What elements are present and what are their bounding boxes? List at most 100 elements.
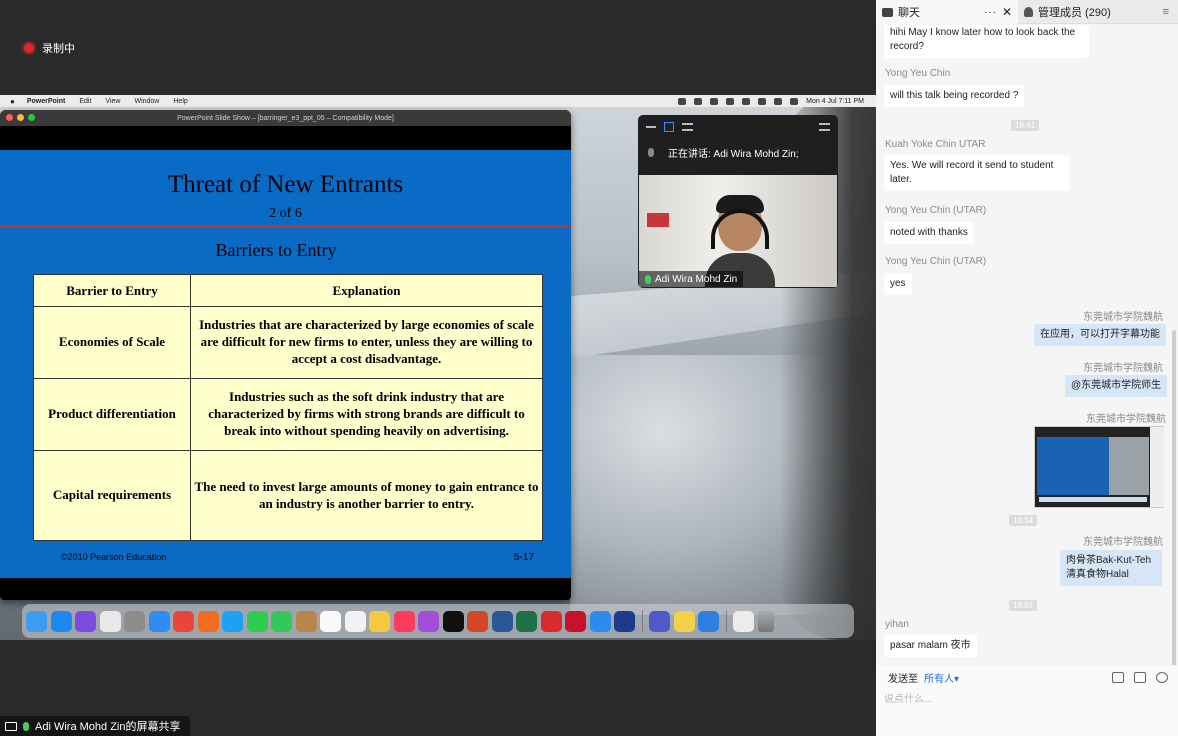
- tab-members[interactable]: 管理成员 (290): [1018, 0, 1117, 24]
- launchpad-icon[interactable]: [99, 610, 121, 632]
- panel-menu-icon[interactable]: ≡: [1154, 0, 1178, 23]
- slide-subtitle: 2 of 6: [269, 206, 302, 221]
- list-view-icon[interactable]: [682, 123, 693, 131]
- finder-icon[interactable]: [26, 610, 47, 632]
- acrobat-icon[interactable]: [540, 610, 562, 632]
- messages-icon[interactable]: [271, 610, 292, 632]
- screen-share-status[interactable]: Adi Wira Mohd Zin的屏幕共享: [0, 716, 191, 736]
- app-store-icon[interactable]: [50, 610, 72, 632]
- bluetooth-icon[interactable]: [694, 97, 703, 105]
- chat-message: @东莞城市学院师生: [1065, 375, 1168, 397]
- recording-indicator[interactable]: 录制中: [24, 40, 75, 56]
- calendar-icon[interactable]: [320, 610, 341, 632]
- more-options-icon[interactable]: ···: [984, 7, 997, 18]
- battery-icon[interactable]: [710, 97, 719, 105]
- close-window-icon[interactable]: [6, 114, 13, 121]
- powerpoint-window: PowerPoint Slide Show – [barringer_e3_pp…: [0, 110, 571, 600]
- wifi-icon[interactable]: [726, 97, 735, 105]
- menu-view[interactable]: View: [105, 98, 120, 105]
- close-icon[interactable]: ✕: [1002, 5, 1012, 19]
- collapse-panel-icon[interactable]: [819, 123, 830, 131]
- zoom-icon[interactable]: [589, 610, 611, 632]
- powerpoint-icon[interactable]: [467, 610, 488, 632]
- chrome-icon[interactable]: [173, 610, 194, 632]
- timestamp: 18:54: [1009, 515, 1038, 526]
- chat-message: 肉骨茶Bak-Kut-Teh 清真食物Halal: [1060, 550, 1162, 586]
- speaker-view-icon[interactable]: [664, 122, 674, 132]
- chat-scrollbar[interactable]: [1172, 330, 1176, 665]
- skype-icon[interactable]: [222, 610, 243, 632]
- chat-input-area[interactable]: [876, 688, 1178, 736]
- chat-message: yes: [884, 273, 912, 295]
- chat-tabs: 聊天 ··· ✕ 管理成员 (290) ≡: [876, 0, 1178, 24]
- message-list: hihi May I know later how to look back t…: [876, 25, 1178, 665]
- mic-muted-icon: [648, 147, 654, 157]
- table-cell: Capital requirements: [33, 450, 191, 541]
- tencent-meeting-icon[interactable]: [698, 610, 719, 632]
- message-sender: 东莞城市学院魏航: [1083, 312, 1163, 323]
- apple-tv-icon[interactable]: [442, 610, 464, 632]
- background-object: [647, 213, 669, 227]
- user-icon[interactable]: [1156, 671, 1168, 683]
- minimize-window-icon[interactable]: [17, 114, 24, 121]
- chat-tools: [1112, 671, 1178, 683]
- webcam-feed: Adi Wira Mohd Zin: [639, 175, 837, 288]
- tab-chat[interactable]: 聊天 ··· ✕: [876, 0, 1018, 24]
- fullscreen-window-icon[interactable]: [28, 114, 35, 121]
- facetime-icon[interactable]: [246, 610, 268, 632]
- photos-icon[interactable]: [369, 610, 390, 632]
- menubar-clock[interactable]: Mon 4 Jul 7:11 PM: [806, 98, 864, 105]
- control-center-icon[interactable]: [774, 97, 783, 105]
- spotlight-search-icon[interactable]: [758, 97, 767, 105]
- trash-icon[interactable]: [757, 610, 774, 632]
- powerpoint-titlebar[interactable]: PowerPoint Slide Show – [barringer_e3_pp…: [0, 110, 571, 126]
- slide-number: 5-17: [514, 552, 535, 563]
- table-row: Product differentiation Industries such …: [33, 378, 543, 451]
- chat-input[interactable]: [876, 688, 1156, 711]
- recording-label: 录制中: [42, 43, 75, 55]
- webex-icon[interactable]: [614, 610, 635, 632]
- safari-icon[interactable]: [148, 610, 170, 632]
- slide-copyright: ©2010 Pearson Education: [61, 552, 167, 562]
- screenshot-tool-icon[interactable]: [1134, 671, 1146, 683]
- send-to-dropdown[interactable]: 所有人▾: [924, 670, 959, 685]
- stickies-icon[interactable]: [673, 610, 695, 632]
- apple-icon[interactable]: ●: [10, 97, 15, 106]
- shared-screenshot-image[interactable]: [1034, 426, 1164, 508]
- teams-icon[interactable]: [649, 610, 670, 632]
- user-switch-icon[interactable]: [742, 97, 751, 105]
- timestamp: 18:41: [1011, 120, 1040, 131]
- mic-icon: [645, 274, 651, 284]
- menu-edit[interactable]: Edit: [79, 98, 91, 105]
- chat-message: noted with thanks: [884, 222, 974, 244]
- speaker-video-panel[interactable]: 正在讲话: Adi Wira Mohd Zin; Adi Wira Mohd Z…: [638, 115, 838, 288]
- excel-icon[interactable]: [516, 610, 537, 632]
- table-cell: Product differentiation: [33, 378, 191, 451]
- siri-app-icon[interactable]: [75, 610, 96, 632]
- menu-window[interactable]: Window: [134, 98, 159, 105]
- menu-powerpoint[interactable]: PowerPoint: [27, 98, 66, 105]
- table-cell: The need to invest large amounts of mone…: [190, 450, 543, 541]
- message-sender: 东莞城市学院魏航: [1083, 537, 1163, 548]
- music-icon[interactable]: [393, 610, 415, 632]
- screenshot-icon[interactable]: [733, 610, 754, 632]
- reminders-icon[interactable]: [344, 610, 366, 632]
- minimize-video-icon[interactable]: [646, 126, 656, 128]
- menu-help[interactable]: Help: [173, 98, 187, 105]
- cloud-icon[interactable]: [678, 97, 687, 105]
- notes-icon[interactable]: [295, 610, 317, 632]
- chat-message: 在应用，可以打开字幕功能: [1034, 324, 1166, 346]
- chat-message: hihi May I know later how to look back t…: [884, 25, 1089, 58]
- podcasts-icon[interactable]: [418, 610, 439, 632]
- file-icon[interactable]: [1112, 671, 1124, 683]
- person-icon: [1024, 7, 1033, 17]
- slide[interactable]: Threat of New Entrants 2 of 6 Barriers t…: [0, 150, 571, 578]
- system-preferences-icon[interactable]: [124, 610, 145, 632]
- word-icon[interactable]: [491, 610, 513, 632]
- firefox-icon[interactable]: [197, 610, 219, 632]
- chat-message: will this talk being recorded ?: [884, 85, 1025, 107]
- mendeley-icon[interactable]: [565, 610, 586, 632]
- dock-separator: [641, 610, 643, 632]
- siri-icon[interactable]: [790, 97, 799, 105]
- tab-members-label: 管理成员 (290): [1038, 7, 1111, 19]
